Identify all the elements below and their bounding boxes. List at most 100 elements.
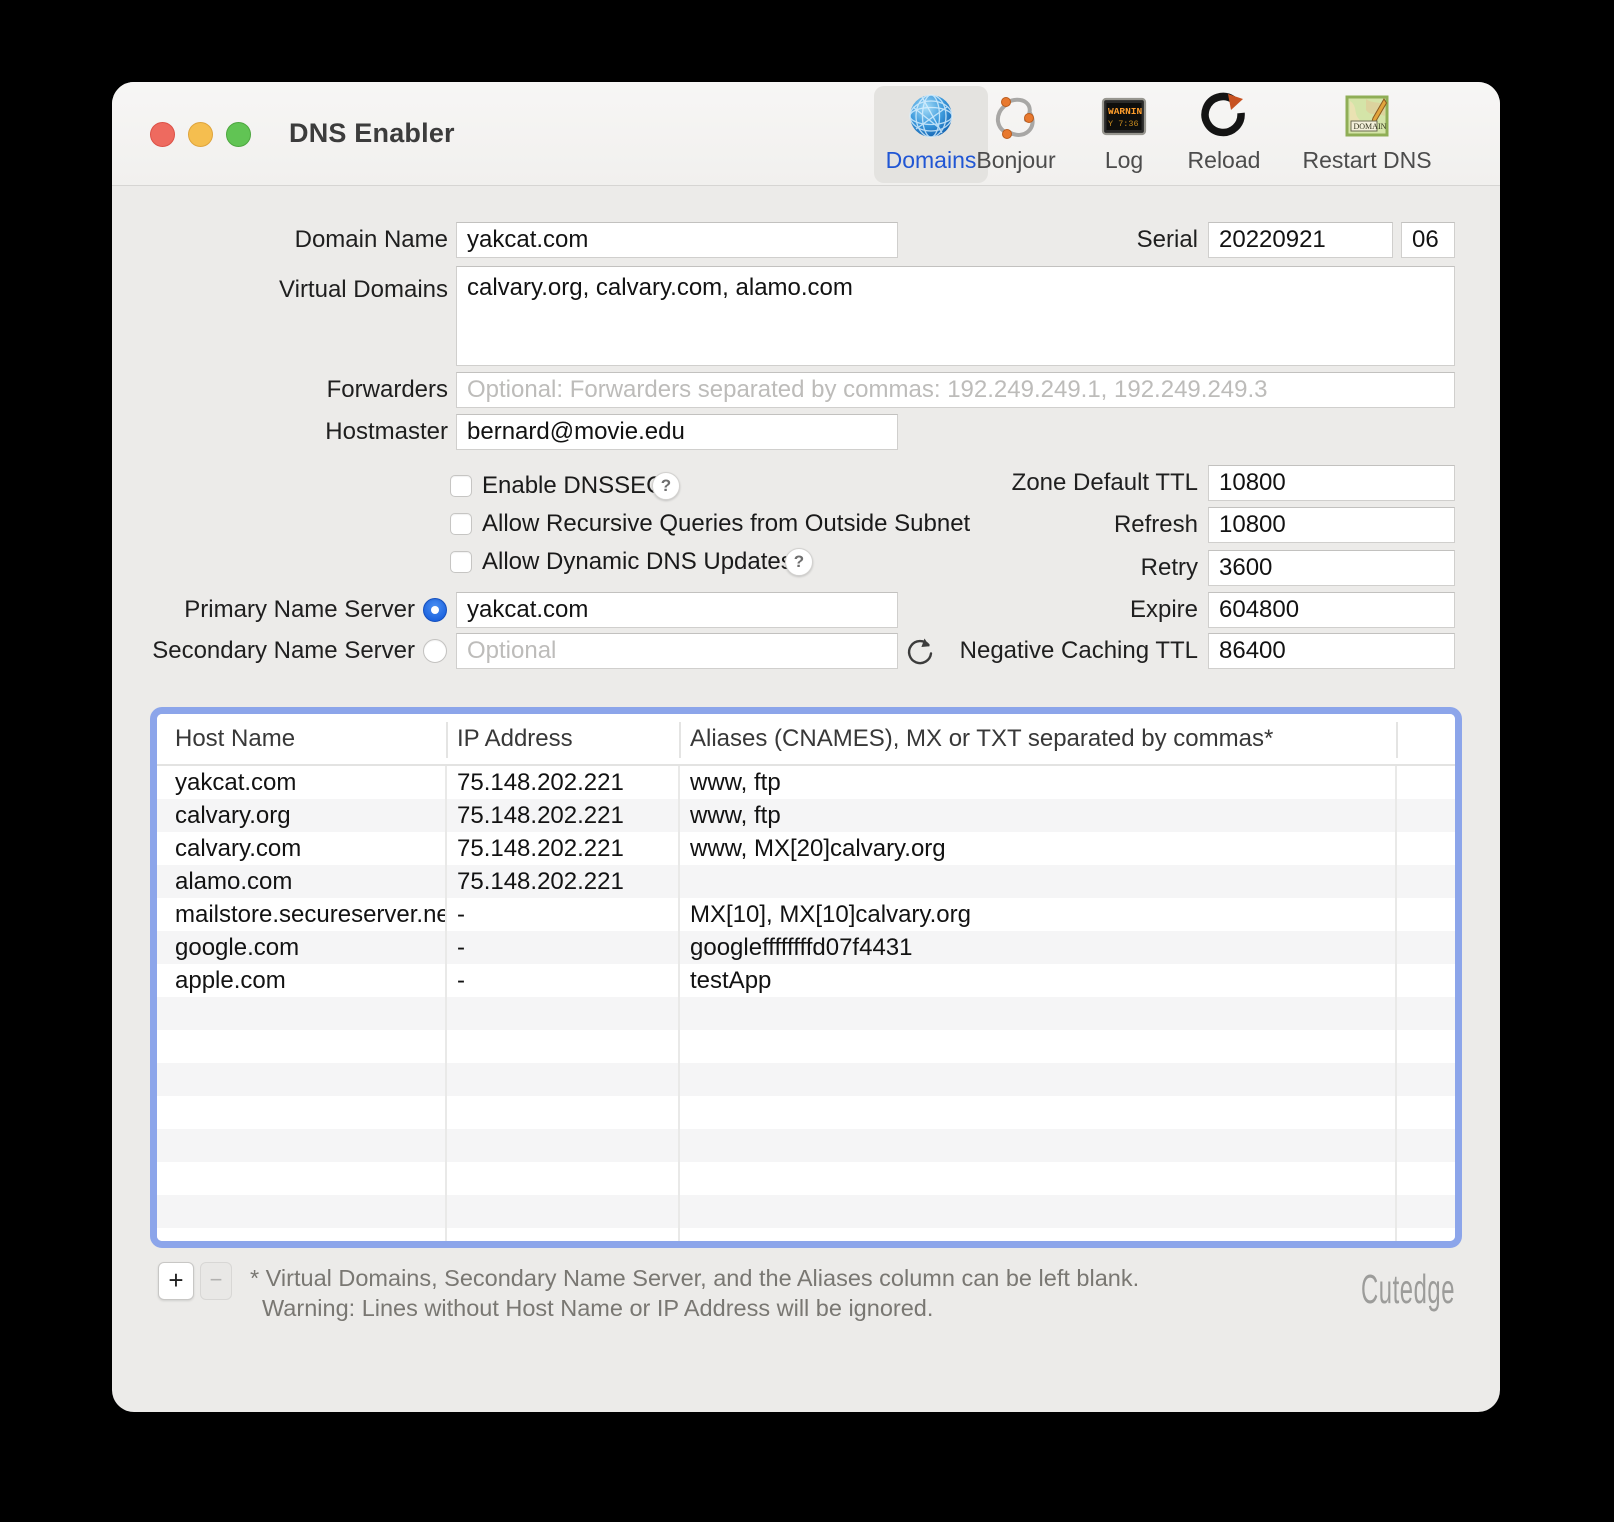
virtual-domains-label: Virtual Domains <box>212 272 448 308</box>
secondary-ns-input[interactable] <box>456 633 898 669</box>
globe-network-icon <box>907 92 955 140</box>
forwarders-input[interactable] <box>456 372 1455 408</box>
retry-label: Retry <box>898 550 1198 586</box>
table-row[interactable]: calvary.com75.148.202.221www, MX[20]calv… <box>157 832 1455 865</box>
table-cell: 75.148.202.221 <box>447 865 680 898</box>
primary-ns-input[interactable] <box>456 592 898 628</box>
domain-name-input[interactable] <box>456 222 898 258</box>
minimize-button[interactable] <box>188 122 213 147</box>
zone-ttl-label: Zone Default TTL <box>898 465 1198 501</box>
toolbar-item-reload[interactable]: Reload <box>1180 86 1268 183</box>
table-row[interactable]: alamo.com75.148.202.221 <box>157 865 1455 898</box>
table-row[interactable]: yakcat.com75.148.202.221www, ftp <box>157 766 1455 799</box>
table-row[interactable] <box>157 1162 1455 1195</box>
forwarders-label: Forwarders <box>212 372 448 408</box>
refresh-label: Refresh <box>898 507 1198 543</box>
reload-icon <box>1200 92 1248 140</box>
table-cell <box>1397 898 1455 931</box>
secondary-ns-radio[interactable] <box>423 639 447 663</box>
title-bar: DNS Enabler Domains <box>112 82 1500 186</box>
negative-caching-ttl-input[interactable] <box>1208 633 1455 669</box>
table-cell: www, ftp <box>680 766 1397 799</box>
table-cell <box>680 1162 1397 1195</box>
table-cell <box>680 1228 1397 1248</box>
table-cell: MX[10], MX[10]calvary.org <box>680 898 1397 931</box>
table-row[interactable] <box>157 1228 1455 1248</box>
expire-input[interactable] <box>1208 592 1455 628</box>
toolbar-label-bonjour: Bonjour <box>976 147 1055 174</box>
domain-name-label: Domain Name <box>212 222 448 258</box>
table-cell <box>680 865 1397 898</box>
table-cell <box>680 1063 1397 1096</box>
table-row[interactable] <box>157 1030 1455 1063</box>
table-row[interactable] <box>157 1063 1455 1096</box>
table-cell <box>680 1096 1397 1129</box>
primary-ns-radio[interactable] <box>423 598 447 622</box>
hostmaster-input[interactable] <box>456 414 898 450</box>
table-row[interactable] <box>157 1129 1455 1162</box>
enable-dnssec-label: Enable DNSSEC <box>482 473 663 499</box>
host-table-header: Host Name IP Address Aliases (CNAMES), M… <box>157 714 1455 766</box>
table-cell <box>447 1096 680 1129</box>
refresh-secondary-icon[interactable] <box>904 636 936 668</box>
zoom-button[interactable] <box>226 122 251 147</box>
table-cell <box>447 1129 680 1162</box>
host-table[interactable]: Host Name IP Address Aliases (CNAMES), M… <box>150 707 1462 1248</box>
table-row[interactable]: google.com-googleffffffffd07f4431 <box>157 931 1455 964</box>
desktop: { "window_title": "DNS Enabler", "toolba… <box>0 0 1614 1522</box>
table-cell <box>680 997 1397 1030</box>
table-cell <box>157 1195 447 1228</box>
zone-ttl-input[interactable] <box>1208 465 1455 501</box>
header-host-name[interactable]: Host Name <box>175 714 295 764</box>
table-cell: 75.148.202.221 <box>447 766 680 799</box>
table-cell: testApp <box>680 964 1397 997</box>
secondary-ns-label: Secondary Name Server <box>152 633 415 669</box>
header-ip-address[interactable]: IP Address <box>457 714 573 764</box>
enable-dnssec-checkbox[interactable] <box>450 475 472 497</box>
table-cell <box>447 1195 680 1228</box>
restart-dns-map-icon: DOMAIN <box>1343 92 1391 140</box>
toolbar-label-domains: Domains <box>886 147 977 174</box>
table-cell <box>1397 1195 1455 1228</box>
table-row[interactable] <box>157 1195 1455 1228</box>
table-cell <box>447 1030 680 1063</box>
header-aliases[interactable]: Aliases (CNAMES), MX or TXT separated by… <box>690 714 1273 764</box>
log-ticker-icon: WARNIN Y 7:36 <box>1100 92 1148 140</box>
serial-suffix-input[interactable] <box>1401 222 1455 258</box>
virtual-domains-textarea[interactable]: calvary.org, calvary.com, alamo.com <box>456 266 1455 366</box>
toolbar-label-restart-dns: Restart DNS <box>1302 147 1431 174</box>
toolbar-item-log[interactable]: WARNIN Y 7:36 Log <box>1084 86 1164 183</box>
serial-input[interactable] <box>1208 222 1393 258</box>
table-row[interactable]: apple.com-testApp <box>157 964 1455 997</box>
table-row[interactable] <box>157 997 1455 1030</box>
table-cell: 75.148.202.221 <box>447 832 680 865</box>
table-cell <box>680 1030 1397 1063</box>
table-row[interactable]: calvary.org75.148.202.221www, ftp <box>157 799 1455 832</box>
toolbar-item-bonjour[interactable]: Bonjour <box>968 86 1064 183</box>
table-row[interactable] <box>157 1096 1455 1129</box>
table-cell <box>157 1063 447 1096</box>
table-row[interactable]: mailstore.secureserver.net-MX[10], MX[10… <box>157 898 1455 931</box>
recursive-queries-checkbox[interactable] <box>450 513 472 535</box>
svg-text:DOMAIN: DOMAIN <box>1354 122 1387 131</box>
add-row-button[interactable]: + <box>158 1262 194 1300</box>
table-cell: alamo.com <box>157 865 447 898</box>
toolbar-item-restart-dns[interactable]: DOMAIN Restart DNS <box>1297 86 1437 183</box>
dnssec-help-button[interactable]: ? <box>652 472 680 500</box>
table-cell <box>157 1096 447 1129</box>
dynamic-dns-checkbox[interactable] <box>450 551 472 573</box>
table-cell: 75.148.202.221 <box>447 799 680 832</box>
table-cell <box>680 1129 1397 1162</box>
dynamic-dns-help-button[interactable]: ? <box>785 548 813 576</box>
close-button[interactable] <box>150 122 175 147</box>
remove-row-button[interactable]: − <box>200 1262 232 1300</box>
table-cell <box>1397 1129 1455 1162</box>
table-cell <box>157 1162 447 1195</box>
refresh-input[interactable] <box>1208 507 1455 543</box>
table-cell <box>447 1162 680 1195</box>
retry-input[interactable] <box>1208 550 1455 586</box>
toolbar-label-log: Log <box>1105 147 1143 174</box>
host-table-body[interactable]: yakcat.com75.148.202.221www, ftpcalvary.… <box>157 766 1455 1248</box>
window-title: DNS Enabler <box>289 82 455 186</box>
table-cell <box>1397 997 1455 1030</box>
